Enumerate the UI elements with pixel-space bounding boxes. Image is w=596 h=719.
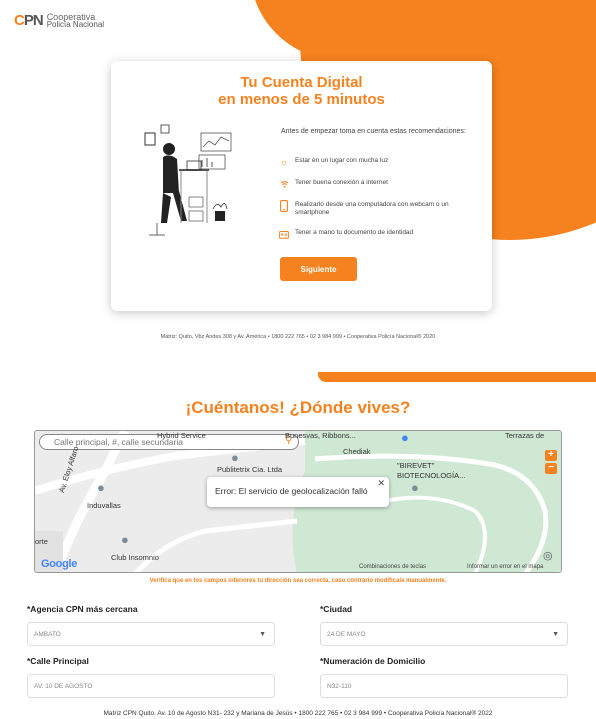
requirement-text: Estar en un lugar con mucha luz	[295, 157, 389, 164]
map-label-terrazas: Terrazas de	[505, 431, 545, 440]
orange-decoration-small	[250, 0, 370, 60]
requirement-text: Tener buena conexión a internet	[295, 179, 388, 186]
phone-icon	[279, 200, 289, 212]
close-icon[interactable]: ✕	[377, 478, 385, 489]
footer-bottom: Matriz CPN Quito. Av. 10 de Agosto N31- …	[103, 710, 493, 717]
chevron-down-icon: ▼	[259, 631, 266, 638]
agencia-value: AMBATO	[34, 631, 61, 638]
map-label-chediak: Chediak	[343, 447, 371, 456]
map-label-hybrid: Hybrid Service	[157, 431, 206, 440]
logo-text: Cooperativa Policía Nacional	[46, 12, 105, 29]
wifi-icon	[279, 179, 289, 189]
logo-line2: Policía Nacional	[46, 19, 105, 29]
requirement-item: Realizarlo desde una computadora con web…	[279, 200, 479, 217]
orange-strip	[318, 372, 596, 382]
brand-logo[interactable]: CPN Cooperativa Policía Nacional	[14, 12, 104, 29]
geolocation-error-text: Error: El servicio de geolocalización fa…	[215, 486, 368, 496]
calle-label: *Calle Principal	[27, 656, 89, 666]
card-title-line2: en menos de 5 minutos	[218, 91, 385, 108]
sun-icon: ☼	[279, 157, 289, 167]
zoom-in-button[interactable]: +	[545, 450, 557, 461]
numero-label: *Numeración de Domicilio	[320, 656, 426, 666]
map-pin-icon[interactable]: ●	[411, 481, 419, 494]
location-heading: ¡Cuéntanos! ¿Dónde vives?	[185, 398, 411, 417]
map-label-publitetrix: Publitetrix Cia. Ltda	[217, 465, 283, 474]
locate-me-icon[interactable]: ◎	[543, 550, 553, 563]
map-pin-icon[interactable]: ●	[121, 533, 129, 546]
requirement-text: Realizarlo desde una computadora con web…	[295, 201, 449, 216]
intro-card: Tu Cuenta Digital en menos de 5 minutos	[111, 61, 492, 311]
logo-mark: CPN	[14, 12, 44, 29]
map-label-induvallas: Induvallas	[87, 501, 121, 510]
map-pin-icon[interactable]: ●	[401, 431, 409, 444]
numero-value: N32-110	[327, 683, 352, 690]
recommendations-intro: Antes de empezar toma en cuenta estas re…	[281, 128, 466, 135]
location-section: ¡Cuéntanos! ¿Dónde vives? ⚲ Hybrid Servi…	[0, 372, 596, 719]
map-label-club: Club Insomnio	[111, 553, 159, 562]
requirement-item: ☼ Estar en un lugar con mucha luz	[279, 157, 479, 167]
zoom-out-button[interactable]: −	[545, 463, 557, 474]
map-pin-icon[interactable]: ●	[231, 451, 239, 464]
next-button[interactable]: Siguiente	[280, 257, 357, 281]
numero-input[interactable]: N32-110	[320, 674, 568, 698]
calle-input[interactable]: AV. 10 DE AGOSTO	[27, 674, 275, 698]
map-label-biotecnologia: BIOTECNOLOGÍA...	[397, 471, 466, 480]
requirement-item: Tener buena conexión a internet	[279, 179, 479, 189]
footer-top: Matriz: Quito, Vbz Andes 308 y Av. Améri…	[160, 334, 436, 340]
calle-value: AV. 10 DE AGOSTO	[34, 683, 93, 690]
requirement-item: Tener a mano tu documento de identidad	[279, 229, 479, 239]
requirements-list: ☼ Estar en un lugar con mucha luz Tener …	[279, 157, 479, 251]
intro-section: CPN Cooperativa Policía Nacional Tu Cuen…	[0, 0, 596, 372]
google-logo: Google	[41, 558, 78, 570]
verify-note: Verifica que en los campos inferiores tu…	[149, 578, 447, 584]
map-report-link[interactable]: Informar un error en el mapa	[467, 564, 543, 570]
card-title: Tu Cuenta Digital en menos de 5 minutos	[111, 74, 492, 108]
ciudad-value: 24 DE MAYO	[327, 631, 366, 638]
geolocation-error-popup: Error: El servicio de geolocalización fa…	[207, 477, 389, 507]
map-label-birevet: "BIREVET"	[397, 461, 435, 470]
map-shortcuts-link[interactable]: Combinaciones de teclas	[359, 564, 426, 570]
agencia-select[interactable]: AMBATO ▼	[27, 622, 275, 646]
agencia-label: *Agencia CPN más cercana	[27, 604, 138, 614]
map-label-orte: orte	[35, 537, 48, 546]
id-card-icon	[279, 229, 289, 239]
map-label-bunesvas: Bunesvas, Ribbons...	[285, 431, 356, 440]
person-at-desk-illustration	[141, 123, 251, 241]
requirement-text: Tener a mano tu documento de identidad	[295, 229, 414, 236]
map[interactable]: ⚲ Hybrid Service Bunesvas, Ribbons... Te…	[34, 430, 562, 573]
map-pin-icon[interactable]: ●	[97, 481, 105, 494]
card-title-line1: Tu Cuenta Digital	[240, 74, 363, 91]
chevron-down-icon: ▼	[552, 631, 559, 638]
ciudad-label: *Ciudad	[320, 604, 353, 614]
ciudad-select[interactable]: 24 DE MAYO ▼	[320, 622, 568, 646]
